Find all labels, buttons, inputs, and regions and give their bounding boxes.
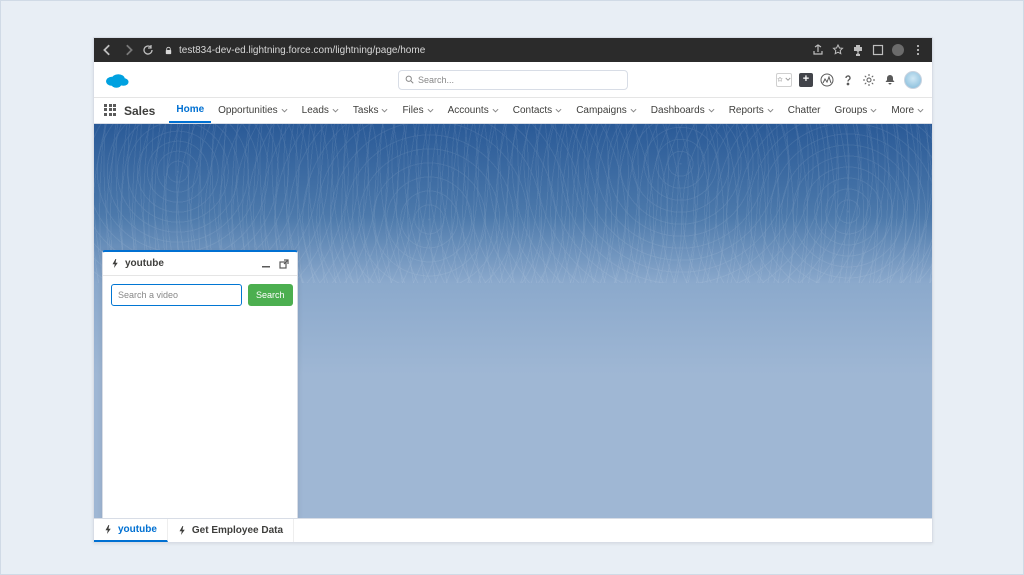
nav-item-home[interactable]: Home: [169, 98, 211, 123]
search-icon: [405, 75, 414, 84]
browser-profile-avatar[interactable]: [892, 44, 904, 56]
utility-item-label: youtube: [118, 524, 157, 535]
browser-share-icon[interactable]: [812, 44, 824, 56]
nav-bar: Sales Home Opportunities Leads Tasks Files Ac…: [94, 98, 932, 124]
video-search-input[interactable]: [111, 284, 242, 306]
chevron-down-icon: [917, 107, 924, 114]
browser-forward-button[interactable]: [122, 44, 134, 56]
user-avatar[interactable]: [904, 71, 922, 89]
browser-back-button[interactable]: [102, 44, 114, 56]
browser-reload-button[interactable]: [142, 44, 154, 56]
browser-window: test834-dev-ed.lightning.force.com/light…: [93, 37, 933, 543]
video-search-button[interactable]: Search: [248, 284, 293, 306]
chevron-down-icon: [785, 75, 791, 84]
global-search-input[interactable]: Search...: [398, 70, 628, 90]
nav-item-label: Tasks: [353, 105, 379, 116]
chevron-down-icon: [492, 107, 499, 114]
global-header: Search... +: [94, 62, 932, 98]
nav-item-label: Opportunities: [218, 105, 277, 116]
nav-item-label: Reports: [729, 105, 764, 116]
browser-menu-icon[interactable]: [912, 45, 924, 55]
utility-item-get-employee-data[interactable]: Get Employee Data: [168, 519, 294, 542]
global-actions-button[interactable]: +: [799, 73, 813, 87]
nav-item-chatter[interactable]: Chatter: [781, 98, 828, 123]
utility-panel-header: youtube: [103, 252, 297, 276]
nav-item-leads[interactable]: Leads: [295, 98, 346, 123]
nav-item-label: Campaigns: [576, 105, 627, 116]
nav-item-contacts[interactable]: Contacts: [506, 98, 569, 123]
nav-item-label: Accounts: [448, 105, 489, 116]
chevron-down-icon: [332, 107, 339, 114]
bolt-icon: [111, 259, 120, 268]
setup-gear-icon[interactable]: [862, 73, 876, 87]
minimize-icon[interactable]: [261, 259, 271, 269]
chevron-down-icon: [630, 107, 637, 114]
page-body: youtube Search youtube Get Employee Data: [94, 124, 932, 542]
nav-item-reports[interactable]: Reports: [722, 98, 781, 123]
app-name: Sales: [124, 104, 155, 118]
chevron-down-icon: [767, 107, 774, 114]
nav-item-tasks[interactable]: Tasks: [346, 98, 396, 123]
chevron-down-icon: [555, 107, 562, 114]
salesforce-logo: [104, 71, 130, 89]
chevron-down-icon: [427, 107, 434, 114]
utility-bar: youtube Get Employee Data: [94, 518, 932, 542]
browser-tabs-icon[interactable]: [872, 44, 884, 56]
nav-item-files[interactable]: Files: [395, 98, 440, 123]
utility-item-youtube[interactable]: youtube: [94, 519, 168, 542]
chevron-down-icon: [708, 107, 715, 114]
star-icon: [777, 75, 783, 84]
nav-items: Home Opportunities Leads Tasks Files Accounts…: [169, 98, 931, 123]
notifications-bell-icon[interactable]: [883, 73, 897, 87]
utility-panel-title: youtube: [125, 258, 164, 269]
nav-item-label: Groups: [835, 105, 868, 116]
nav-item-more[interactable]: More: [884, 98, 931, 123]
nav-item-campaigns[interactable]: Campaigns: [569, 98, 644, 123]
nav-item-label: More: [891, 105, 914, 116]
bolt-icon: [178, 526, 187, 535]
utility-panel: youtube Search: [102, 250, 298, 524]
browser-extensions-icon[interactable]: [852, 44, 864, 56]
favorites-button[interactable]: [776, 73, 792, 87]
chevron-down-icon: [381, 107, 388, 114]
bolt-icon: [104, 525, 113, 534]
chevron-down-icon: [281, 107, 288, 114]
app-launcher-icon[interactable]: [104, 104, 116, 118]
utility-item-label: Get Employee Data: [192, 525, 283, 536]
nav-item-dashboards[interactable]: Dashboards: [644, 98, 722, 123]
nav-item-label: Leads: [302, 105, 329, 116]
nav-item-label: Files: [402, 105, 423, 116]
browser-chrome: test834-dev-ed.lightning.force.com/light…: [94, 38, 932, 62]
help-icon[interactable]: [841, 73, 855, 87]
nav-item-label: Chatter: [788, 105, 821, 116]
utility-panel-body: Search: [103, 276, 297, 314]
nav-item-groups[interactable]: Groups: [828, 98, 885, 123]
search-placeholder-text: Search...: [418, 75, 454, 85]
nav-item-label: Dashboards: [651, 105, 705, 116]
nav-item-label: Contacts: [513, 105, 552, 116]
browser-url-text: test834-dev-ed.lightning.force.com/light…: [179, 45, 425, 56]
browser-star-icon[interactable]: [832, 44, 844, 56]
chevron-down-icon: [870, 107, 877, 114]
popout-icon[interactable]: [279, 259, 289, 269]
nav-item-accounts[interactable]: Accounts: [441, 98, 506, 123]
nav-item-label: Home: [176, 104, 204, 115]
lock-icon: [164, 46, 173, 55]
nav-item-opportunities[interactable]: Opportunities: [211, 98, 294, 123]
trailhead-icon[interactable]: [820, 73, 834, 87]
browser-address-bar[interactable]: test834-dev-ed.lightning.force.com/light…: [164, 45, 425, 56]
